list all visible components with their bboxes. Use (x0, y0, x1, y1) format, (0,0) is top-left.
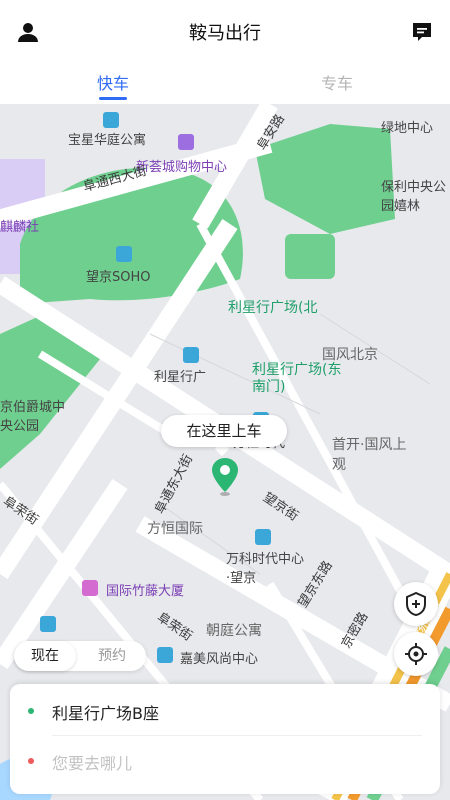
message-icon[interactable] (410, 20, 434, 44)
building-icon (103, 112, 119, 128)
poi-qilin[interactable]: 麒麟社 (0, 216, 39, 235)
pickup-bubble[interactable]: 在这里上车 (161, 415, 287, 447)
trip-card: 利星行广场B座 您要去哪儿 (10, 684, 440, 794)
hotel-icon (82, 580, 98, 596)
poi-baoli[interactable]: 保利中央公园嬉林 (381, 176, 450, 214)
poi-xinhui[interactable]: 新荟城购物中心 (136, 156, 227, 175)
building-icon (40, 616, 56, 632)
poi-guofeng[interactable]: 国风北京 (322, 344, 378, 364)
poi-baoxing[interactable]: 宝星华庭公寓 (68, 129, 146, 148)
time-selector: 现在 预约 (14, 641, 146, 671)
poi-shoukai[interactable]: 首开·国风上观 (332, 434, 412, 474)
poi-bojue[interactable]: 京伯爵城中央公园 (0, 396, 72, 434)
poi-lvdi[interactable]: 绿地中心 (381, 117, 433, 136)
app-title: 鞍马出行 (189, 23, 261, 44)
time-reserve-option[interactable]: 预约 (84, 641, 140, 671)
origin-field[interactable]: 利星行广场B座 (52, 700, 159, 724)
ride-type-tabs: 快车 专车 (0, 62, 450, 104)
tab-express[interactable]: 快车 (53, 70, 173, 94)
destination-field[interactable]: 您要去哪儿 (52, 750, 132, 774)
poi-soho[interactable]: 望京SOHO (86, 266, 151, 285)
origin-row[interactable]: 利星行广场B座 (10, 684, 440, 734)
locate-button[interactable] (394, 632, 438, 676)
building-icon (116, 246, 132, 262)
active-tab-indicator (99, 97, 127, 100)
poi-chaoting[interactable]: 朝庭公寓 (206, 620, 262, 640)
building-icon (183, 347, 199, 363)
app-header: 鞍马出行 (0, 0, 450, 62)
poi-jiamei[interactable]: 嘉美风尚中心 (180, 648, 258, 667)
building-icon (255, 529, 271, 545)
origin-dot (28, 708, 34, 714)
poi-lixing-east[interactable]: 利星行广场(东南门) (252, 362, 342, 396)
shopping-icon (178, 134, 194, 150)
destination-row[interactable]: 您要去哪儿 (10, 736, 440, 786)
poi-zhuteng[interactable]: 国际竹藤大厦 (106, 580, 184, 599)
building-icon (157, 647, 173, 663)
poi-wanke[interactable]: 万科时代中心·望京 (226, 548, 306, 586)
poi-lixing[interactable]: 利星行广 (154, 366, 206, 385)
destination-dot (28, 758, 34, 764)
poi-lixing-north[interactable]: 利星行广场(北 (228, 300, 317, 317)
tab-premium[interactable]: 专车 (277, 70, 397, 94)
poi-fangheng-intl[interactable]: 方恒国际 (147, 518, 203, 538)
safety-button[interactable] (394, 582, 438, 626)
time-now-option[interactable]: 现在 (14, 641, 76, 671)
